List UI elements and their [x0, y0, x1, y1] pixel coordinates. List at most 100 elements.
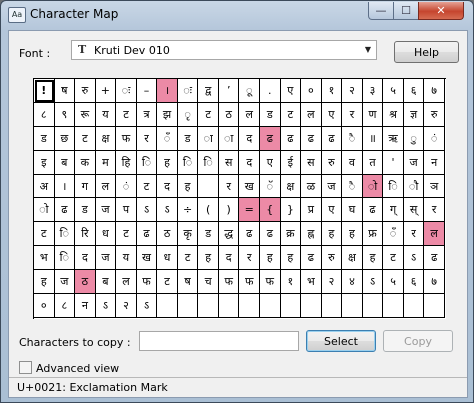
- character-cell[interactable]: ह: [177, 174, 199, 199]
- character-cell[interactable]: ज: [403, 150, 425, 175]
- character-cell[interactable]: रु: [321, 150, 343, 175]
- character-cell[interactable]: [280, 294, 302, 318]
- character-cell[interactable]: [301, 294, 322, 318]
- character-cell[interactable]: ज्ञ: [403, 102, 425, 127]
- character-cell[interactable]: ि: [54, 246, 76, 271]
- character-cell[interactable]: झ: [157, 102, 178, 127]
- character-cell[interactable]: य: [116, 246, 137, 271]
- character-cell[interactable]: प: [116, 198, 137, 223]
- character-cell[interactable]: क्ष: [280, 174, 302, 199]
- character-cell[interactable]: ह: [342, 222, 363, 247]
- character-cell[interactable]: ः: [116, 79, 137, 103]
- character-cell[interactable]: ऽ: [136, 198, 158, 223]
- character-cell[interactable]: द: [75, 246, 96, 271]
- character-cell[interactable]: [177, 294, 199, 318]
- character-cell[interactable]: ो: [34, 198, 55, 223]
- character-cell[interactable]: न: [424, 150, 445, 175]
- character-cell[interactable]: घ: [342, 198, 363, 223]
- character-cell[interactable]: ७: [424, 270, 445, 295]
- character-cell[interactable]: ा: [198, 126, 219, 151]
- character-cell[interactable]: ो: [362, 174, 384, 199]
- character-cell[interactable]: ढ: [424, 246, 445, 271]
- character-cell[interactable]: ॅ: [260, 174, 281, 199]
- character-cell[interactable]: फ: [116, 126, 137, 151]
- character-cell[interactable]: ँ: [157, 126, 178, 151]
- character-cell[interactable]: ज: [54, 270, 76, 295]
- character-cell[interactable]: र: [218, 174, 240, 199]
- character-cell[interactable]: अ: [34, 174, 55, 199]
- character-cell[interactable]: ख: [239, 174, 261, 199]
- close-button[interactable]: ✕: [418, 2, 464, 20]
- character-cell[interactable]: छ: [54, 126, 76, 151]
- character-cell[interactable]: ड: [198, 222, 219, 247]
- advanced-view-checkbox[interactable]: Advanced view: [19, 361, 119, 375]
- character-cell[interactable]: ट: [157, 270, 178, 295]
- character-cell[interactable]: [157, 294, 178, 318]
- character-cell[interactable]: ग्: [383, 198, 404, 223]
- character-cell[interactable]: [260, 294, 281, 318]
- character-cell[interactable]: ढ: [239, 222, 261, 247]
- character-cell[interactable]: [424, 294, 445, 318]
- character-cell[interactable]: ट: [34, 222, 55, 247]
- character-cell[interactable]: ल: [95, 174, 117, 199]
- character-cell[interactable]: ६: [403, 79, 425, 103]
- character-cell[interactable]: श्र: [383, 102, 404, 127]
- character-cell[interactable]: फ: [260, 270, 281, 295]
- character-cell[interactable]: ॥: [362, 126, 384, 151]
- character-cell[interactable]: ै: [342, 174, 363, 199]
- character-cell[interactable]: ३: [362, 79, 384, 103]
- character-cell[interactable]: भ: [34, 246, 55, 271]
- character-cell[interactable]: ऋ: [383, 126, 404, 151]
- character-cell[interactable]: ÷: [177, 198, 199, 223]
- character-cell[interactable]: ८: [54, 294, 76, 318]
- character-cell[interactable]: ह: [362, 246, 384, 271]
- chevron-down-icon[interactable]: ▼: [365, 45, 371, 54]
- character-cell[interactable]: रु: [75, 79, 96, 103]
- character-cell[interactable]: ': [383, 150, 404, 175]
- character-cell[interactable]: [218, 294, 240, 318]
- character-cell[interactable]: [362, 294, 384, 318]
- character-cell[interactable]: र: [424, 198, 445, 223]
- character-cell[interactable]: ऽ: [403, 246, 425, 271]
- character-cell[interactable]: इ: [34, 150, 55, 175]
- character-cell[interactable]: ढ: [362, 198, 384, 223]
- character-cell[interactable]: !: [34, 79, 55, 103]
- character-cell[interactable]: [198, 294, 219, 318]
- character-cell[interactable]: च: [198, 270, 219, 295]
- character-cell[interactable]: त्र: [136, 102, 158, 127]
- character-cell[interactable]: म: [95, 150, 117, 175]
- character-cell[interactable]: न: [75, 294, 96, 318]
- character-cell[interactable]: रु: [321, 246, 343, 271]
- character-cell[interactable]: ठ: [218, 102, 240, 127]
- character-cell[interactable]: ट: [177, 246, 199, 271]
- character-cell[interactable]: ।: [54, 174, 76, 199]
- character-cell[interactable]: [198, 174, 219, 199]
- character-cell[interactable]: १: [321, 79, 343, 103]
- character-cell[interactable]: ज: [321, 174, 343, 199]
- help-button[interactable]: Help: [394, 41, 459, 63]
- character-cell[interactable]: ढ: [260, 126, 281, 151]
- character-cell[interactable]: ल: [239, 102, 261, 127]
- character-cell[interactable]: ५: [383, 270, 404, 295]
- character-cell[interactable]: २: [342, 79, 363, 103]
- character-cell[interactable]: ज: [95, 246, 117, 271]
- font-dropdown[interactable]: T Kruti Dev 010 ▼: [71, 40, 377, 60]
- character-cell[interactable]: ि: [198, 150, 219, 175]
- select-button[interactable]: Select: [306, 330, 376, 352]
- character-cell[interactable]: ज: [95, 198, 117, 223]
- character-cell[interactable]: ट: [198, 102, 219, 127]
- character-cell[interactable]: ।: [157, 79, 178, 103]
- character-cell[interactable]: ं: [116, 174, 137, 199]
- character-cell[interactable]: ह: [157, 150, 178, 175]
- character-cell[interactable]: ि: [383, 174, 404, 199]
- character-cell[interactable]: द्ध: [218, 222, 240, 247]
- character-cell[interactable]: ं: [424, 126, 445, 151]
- character-cell[interactable]: ा: [218, 126, 240, 151]
- character-cell[interactable]: ): [218, 198, 240, 223]
- character-cell[interactable]: रि: [75, 222, 96, 247]
- character-cell[interactable]: ू: [239, 79, 261, 103]
- title-bar[interactable]: Aa Character Map — ☐ ✕: [1, 1, 473, 29]
- character-cell[interactable]: २: [321, 270, 343, 295]
- character-cell[interactable]: रु: [424, 102, 445, 127]
- character-cell[interactable]: ग: [75, 174, 96, 199]
